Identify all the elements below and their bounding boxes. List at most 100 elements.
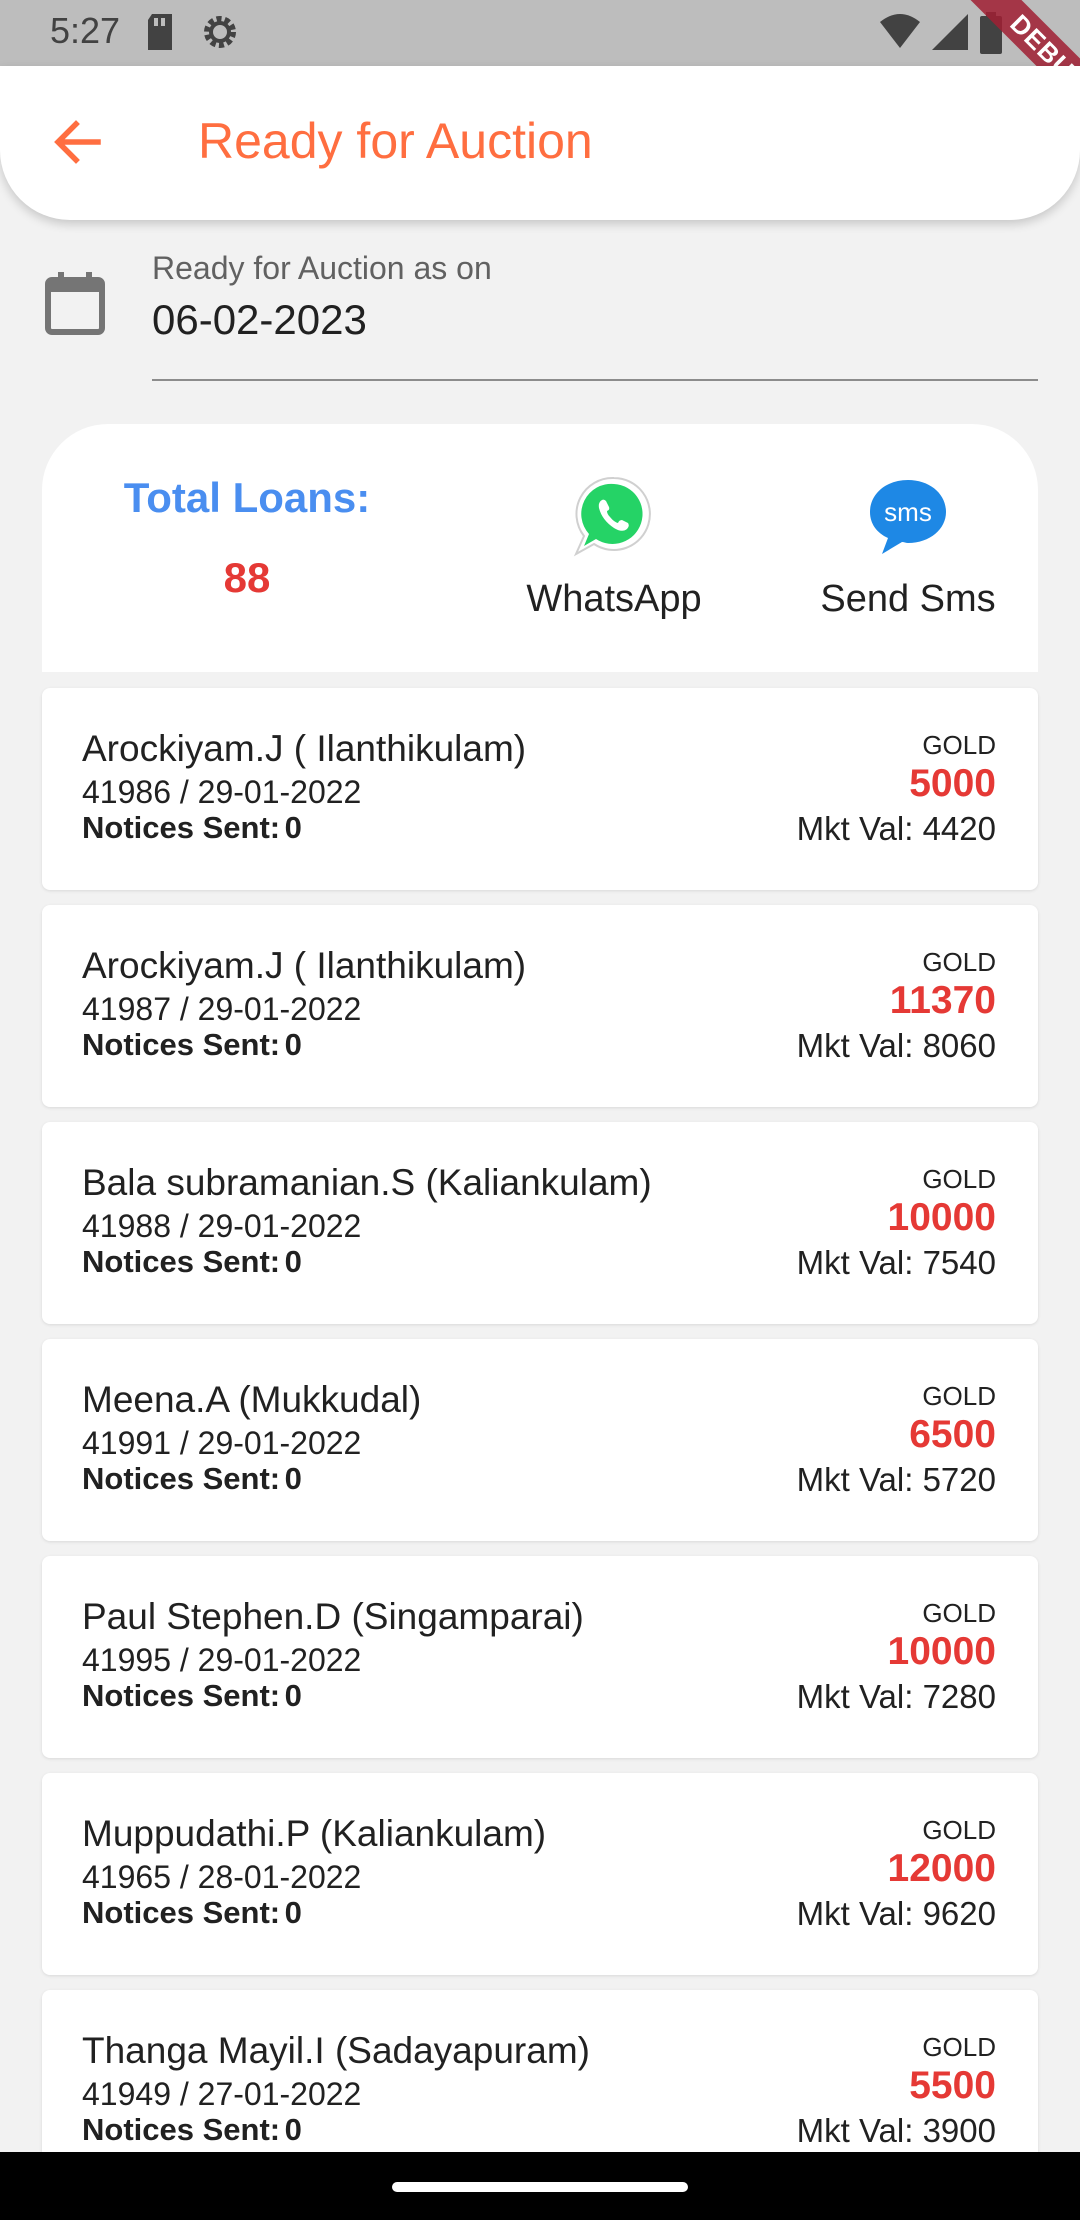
loan-borrower-name: Thanga Mayil.I (Sadayapuram) — [82, 2030, 590, 2071]
page-title: Ready for Auction — [198, 113, 593, 169]
market-value-label: Mkt Val: — [796, 1461, 914, 1498]
system-nav-bar — [0, 2152, 1080, 2220]
market-value-label: Mkt Val: — [796, 2112, 914, 2149]
loan-type: GOLD — [922, 1598, 996, 1628]
loan-borrower-name: Arockiyam.J ( Ilanthikulam) — [82, 728, 527, 769]
loan-amount: 6500 — [909, 1413, 996, 1456]
loan-type: GOLD — [922, 947, 996, 977]
loan-card[interactable]: Arockiyam.J ( Ilanthikulam) 41986 / 29-0… — [42, 688, 1038, 890]
status-time: 5:27 — [50, 10, 121, 51]
date-field-value[interactable]: 06-02-2023 — [152, 296, 367, 344]
loan-borrower-name: Meena.A (Mukkudal) — [82, 1379, 422, 1420]
whatsapp-label: WhatsApp — [526, 578, 702, 620]
notices-sent-label: Notices Sent: — [82, 1244, 281, 1279]
settings-gear-icon — [204, 16, 236, 48]
loan-number-date: 41988 / 29-01-2022 — [82, 1208, 362, 1244]
battery-icon — [980, 12, 1002, 54]
notices-sent-value: 0 — [284, 1895, 302, 1930]
market-value-label: Mkt Val: — [796, 1895, 914, 1932]
loan-borrower-name: Muppudathi.P (Kaliankulam) — [82, 1813, 547, 1854]
back-button[interactable] — [46, 110, 110, 174]
market-value: Mkt Val: 8060 — [797, 1027, 996, 1065]
send-sms-label: Send Sms — [820, 578, 996, 620]
notices-sent: Notices Sent: 0 — [82, 1678, 302, 1714]
loan-number-date: 41987 / 29-01-2022 — [82, 991, 362, 1027]
calendar-icon[interactable] — [40, 268, 112, 340]
market-value-label: Mkt Val: — [796, 1027, 914, 1064]
market-value-amount: 8060 — [922, 1027, 996, 1064]
loan-borrower-name: Arockiyam.J ( Ilanthikulam) — [82, 945, 527, 986]
date-field-label: Ready for Auction as on — [152, 250, 492, 286]
loan-type: GOLD — [922, 1381, 996, 1411]
loan-number-date: 41965 / 28-01-2022 — [82, 1859, 362, 1895]
market-value: Mkt Val: 4420 — [797, 810, 996, 848]
loan-amount: 5000 — [909, 762, 996, 805]
loan-amount: 5500 — [909, 2064, 996, 2107]
cell-signal-icon — [932, 14, 968, 50]
market-value: Mkt Val: 7280 — [797, 1678, 996, 1716]
loan-amount: 10000 — [887, 1196, 996, 1239]
notices-sent-label: Notices Sent: — [82, 2112, 281, 2147]
loan-card[interactable]: Muppudathi.P (Kaliankulam) 41965 / 28-01… — [42, 1773, 1038, 1975]
loan-type: GOLD — [922, 1815, 996, 1845]
market-value-amount: 4420 — [922, 810, 996, 847]
notices-sent-label: Notices Sent: — [82, 810, 281, 845]
market-value: Mkt Val: 9620 — [797, 1895, 996, 1933]
notices-sent-value: 0 — [284, 1244, 302, 1279]
notices-sent-value: 0 — [284, 1461, 302, 1496]
market-value-amount: 3900 — [922, 2112, 996, 2149]
date-field-underline — [152, 379, 1038, 381]
market-value-amount: 7540 — [922, 1244, 996, 1281]
market-value-label: Mkt Val: — [796, 1244, 914, 1281]
whatsapp-icon — [573, 476, 651, 557]
loan-type: GOLD — [922, 730, 996, 760]
loan-number-date: 41991 / 29-01-2022 — [82, 1425, 362, 1461]
whatsapp-button[interactable]: WhatsApp — [484, 470, 744, 630]
notices-sent-label: Notices Sent: — [82, 1027, 281, 1062]
market-value-amount: 7280 — [922, 1678, 996, 1715]
total-loans-label: Total Loans: — [123, 474, 371, 521]
notices-sent-value: 0 — [284, 1027, 302, 1062]
loan-amount: 10000 — [887, 1630, 996, 1673]
loan-amount: 12000 — [887, 1847, 996, 1890]
loan-card[interactable]: Arockiyam.J ( Ilanthikulam) 41987 / 29-0… — [42, 905, 1038, 1107]
loan-number-date: 41949 / 27-01-2022 — [82, 2076, 362, 2112]
market-value-amount: 5720 — [922, 1461, 996, 1498]
notices-sent-value: 0 — [284, 810, 302, 845]
loan-number-date: 41986 / 29-01-2022 — [82, 774, 362, 810]
loan-amount: 11370 — [889, 979, 996, 1022]
notices-sent: Notices Sent: 0 — [82, 2112, 302, 2148]
total-loans-value: 88 — [223, 554, 271, 601]
notices-sent: Notices Sent: 0 — [82, 1461, 302, 1497]
loan-borrower-name: Paul Stephen.D (Singamparai) — [82, 1596, 584, 1637]
arrow-back-icon — [54, 120, 101, 164]
loan-number-date: 41995 / 29-01-2022 — [82, 1642, 362, 1678]
loan-card[interactable]: Meena.A (Mukkudal) 41991 / 29-01-2022 No… — [42, 1339, 1038, 1541]
loan-list[interactable]: Arockiyam.J ( Ilanthikulam) 41986 / 29-0… — [42, 688, 1038, 2207]
market-value-label: Mkt Val: — [796, 810, 914, 847]
market-value: Mkt Val: 3900 — [797, 2112, 996, 2150]
loan-type: GOLD — [922, 1164, 996, 1194]
notices-sent-label: Notices Sent: — [82, 1461, 281, 1496]
app-bar: Ready for Auction — [0, 66, 1080, 220]
home-indicator[interactable] — [392, 2182, 688, 2192]
notices-sent: Notices Sent: 0 — [82, 810, 302, 846]
notices-sent-label: Notices Sent: — [82, 1895, 281, 1930]
market-value: Mkt Val: 7540 — [797, 1244, 996, 1282]
send-sms-button[interactable]: sms Send Sms — [778, 470, 1038, 630]
summary-card: Total Loans: 88 WhatsApp sms Send Sms — [42, 424, 1038, 672]
market-value: Mkt Val: 5720 — [797, 1461, 996, 1499]
wifi-icon — [880, 14, 920, 48]
sms-icon-text: sms — [884, 497, 932, 527]
loan-borrower-name: Bala subramanian.S (Kaliankulam) — [82, 1162, 652, 1203]
market-value-label: Mkt Val: — [796, 1678, 914, 1715]
notices-sent: Notices Sent: 0 — [82, 1244, 302, 1280]
notices-sent-label: Notices Sent: — [82, 1678, 281, 1713]
market-value-amount: 9620 — [922, 1895, 996, 1932]
sms-icon: sms — [870, 480, 946, 554]
notices-sent-value: 0 — [284, 1678, 302, 1713]
notices-sent-value: 0 — [284, 2112, 302, 2147]
loan-card[interactable]: Paul Stephen.D (Singamparai) 41995 / 29-… — [42, 1556, 1038, 1758]
notices-sent: Notices Sent: 0 — [82, 1027, 302, 1063]
loan-card[interactable]: Bala subramanian.S (Kaliankulam) 41988 /… — [42, 1122, 1038, 1324]
